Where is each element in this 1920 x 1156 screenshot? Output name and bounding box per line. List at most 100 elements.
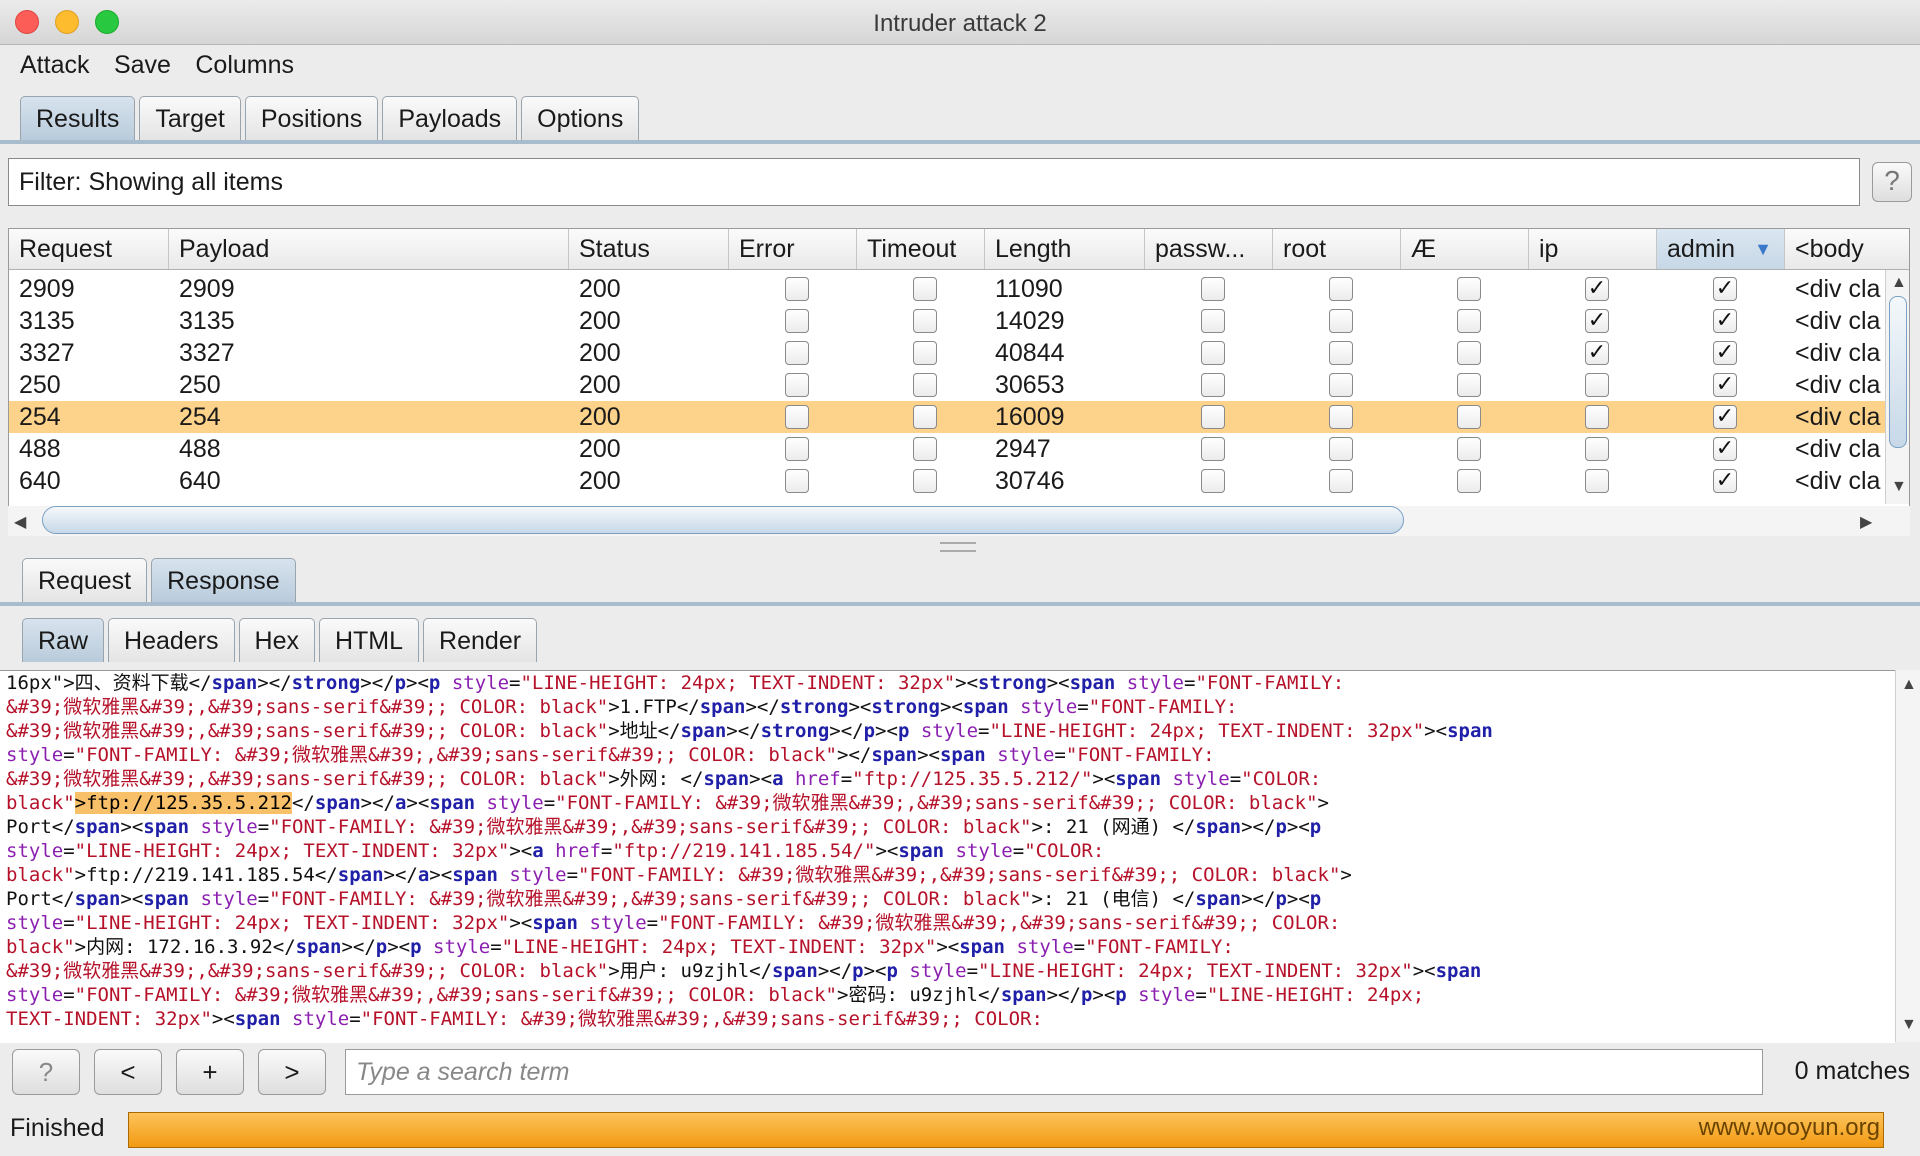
response-line: &#39;微软雅黑&#39;,&#39;sans-serif&#39;; COL… bbox=[0, 767, 1895, 791]
col-status[interactable]: Status bbox=[569, 229, 729, 269]
table-row[interactable]: 3327 3327 200 40844 <div cla ✓ ✓ bbox=[9, 337, 1889, 369]
split-pane-handle[interactable] bbox=[940, 542, 976, 552]
col-error[interactable]: Error bbox=[729, 229, 857, 269]
response-token: TEXT-INDENT: 32px" bbox=[6, 1008, 212, 1030]
cell-request: 250 bbox=[19, 371, 61, 399]
table-horizontal-scrollbar[interactable]: ◀ ▶ bbox=[8, 506, 1910, 536]
response-token: style bbox=[200, 816, 258, 838]
table-vertical-scrollbar[interactable]: ▲ ▼ bbox=[1885, 270, 1909, 504]
table-vscroll-thumb[interactable] bbox=[1889, 296, 1907, 448]
response-token: = bbox=[63, 744, 75, 766]
col-timeout[interactable]: Timeout bbox=[857, 229, 985, 269]
response-token: = bbox=[349, 1008, 361, 1030]
response-scroll-down-icon[interactable]: ▼ bbox=[1901, 1016, 1917, 1034]
response-line: style="FONT-FAMILY: &#39;微软雅黑&#39;,&#39;… bbox=[0, 743, 1895, 767]
cell-body: <div cla bbox=[1795, 371, 1881, 399]
scroll-down-icon[interactable]: ▼ bbox=[1891, 478, 1907, 496]
response-token: style bbox=[292, 1008, 350, 1030]
col-admin[interactable]: admin ▼ bbox=[1657, 229, 1785, 269]
col-length[interactable]: Length bbox=[985, 229, 1145, 269]
checkbox-ip bbox=[1585, 437, 1609, 461]
response-token: style bbox=[1016, 936, 1074, 958]
response-raw-text[interactable]: 16px">四、资料下载</span></strong></p><p style… bbox=[0, 670, 1895, 1043]
filter-help-button[interactable]: ? bbox=[1872, 162, 1912, 202]
col-ip[interactable]: ip bbox=[1529, 229, 1657, 269]
tab-html[interactable]: HTML bbox=[318, 618, 420, 662]
filter-bar[interactable]: Filter: Showing all items bbox=[8, 158, 1860, 206]
tab-target[interactable]: Target bbox=[139, 96, 241, 140]
response-token: > bbox=[1317, 792, 1329, 814]
col-ae[interactable]: Æ bbox=[1401, 229, 1529, 269]
tab-payloads[interactable]: Payloads bbox=[382, 96, 518, 140]
search-add-button[interactable]: + bbox=[176, 1049, 244, 1095]
table-hscroll-thumb[interactable] bbox=[42, 506, 1404, 534]
tab-response[interactable]: Response bbox=[151, 558, 296, 602]
table-row[interactable]: 250 250 200 30653 <div cla ✓ bbox=[9, 369, 1889, 401]
col-root[interactable]: root bbox=[1273, 229, 1401, 269]
checkbox-error bbox=[785, 373, 809, 397]
response-token: >< bbox=[1092, 768, 1116, 790]
response-token: ></ bbox=[360, 792, 395, 814]
response-token: span bbox=[74, 888, 121, 910]
scroll-left-icon[interactable]: ◀ bbox=[14, 512, 26, 532]
response-token: >< bbox=[1424, 720, 1448, 742]
response-token: = bbox=[966, 960, 979, 982]
scroll-right-icon[interactable]: ▶ bbox=[1860, 512, 1872, 532]
response-token: style bbox=[6, 744, 64, 766]
search-help-button[interactable]: ? bbox=[12, 1049, 80, 1095]
col-request[interactable]: Request bbox=[9, 229, 169, 269]
response-token: ></ bbox=[837, 744, 872, 766]
response-token: span bbox=[74, 816, 121, 838]
response-vertical-scrollbar[interactable]: ▲ ▼ bbox=[1895, 670, 1920, 1042]
col-password[interactable]: passw... bbox=[1145, 229, 1273, 269]
col-payload[interactable]: Payload bbox=[169, 229, 569, 269]
tab-hex[interactable]: Hex bbox=[238, 618, 315, 662]
response-token: >< bbox=[1046, 672, 1070, 694]
table-row[interactable]: 488 488 200 2947 <div cla ✓ bbox=[9, 433, 1889, 465]
checkbox-ip: ✓ bbox=[1585, 277, 1609, 301]
tab-results[interactable]: Results bbox=[20, 96, 136, 140]
response-line: TEXT-INDENT: 32px"><span style="FONT-FAM… bbox=[0, 1007, 1895, 1031]
sort-desc-icon: ▼ bbox=[1754, 239, 1772, 259]
response-token: >: 21 (电信) </ bbox=[1031, 888, 1196, 910]
response-token: >< bbox=[749, 768, 773, 790]
table-row[interactable]: 254 254 200 16009 <div cla ✓ bbox=[9, 401, 1889, 433]
response-token: >< bbox=[863, 960, 887, 982]
response-token: >< bbox=[120, 888, 144, 910]
menu-attack[interactable]: Attack bbox=[20, 45, 89, 85]
scroll-up-icon[interactable]: ▲ bbox=[1891, 274, 1907, 292]
response-token: span bbox=[337, 864, 384, 886]
response-token: p bbox=[410, 936, 433, 958]
tab-request[interactable]: Request bbox=[22, 558, 148, 602]
response-scroll-up-icon[interactable]: ▲ bbox=[1901, 676, 1917, 694]
tab-positions[interactable]: Positions bbox=[244, 96, 379, 140]
response-token: style bbox=[1020, 696, 1078, 718]
menu-save[interactable]: Save bbox=[114, 45, 171, 85]
response-token: Port</ bbox=[6, 888, 75, 910]
response-token: = bbox=[566, 864, 579, 886]
tab-options[interactable]: Options bbox=[521, 96, 640, 140]
response-token: = bbox=[646, 912, 659, 934]
response-token: href bbox=[794, 768, 841, 790]
search-next-button[interactable]: > bbox=[258, 1049, 326, 1095]
table-row[interactable]: 3135 3135 200 14029 <div cla ✓ ✓ bbox=[9, 305, 1889, 337]
checkbox-error bbox=[785, 309, 809, 333]
checkbox-passw bbox=[1201, 277, 1225, 301]
checkbox-passw bbox=[1201, 405, 1225, 429]
tab-render[interactable]: Render bbox=[423, 618, 538, 662]
search-previous-button[interactable]: < bbox=[94, 1049, 162, 1095]
response-token: = bbox=[257, 816, 270, 838]
cell-status: 200 bbox=[579, 339, 621, 367]
tab-raw[interactable]: Raw bbox=[22, 618, 105, 662]
search-input[interactable]: Type a search term bbox=[345, 1049, 1763, 1095]
col-body[interactable]: <body bbox=[1785, 229, 1909, 269]
response-token: span bbox=[772, 960, 818, 982]
table-row[interactable]: 640 640 200 30746 <div cla ✓ bbox=[9, 465, 1889, 497]
tab-headers[interactable]: Headers bbox=[108, 618, 235, 662]
response-token: p bbox=[1080, 984, 1093, 1006]
response-token: span bbox=[452, 864, 510, 886]
response-token: span bbox=[898, 840, 956, 862]
response-token: span bbox=[1069, 672, 1127, 694]
menu-columns[interactable]: Columns bbox=[195, 45, 294, 85]
table-row[interactable]: 2909 2909 200 11090 <div cla ✓ ✓ bbox=[9, 273, 1889, 305]
